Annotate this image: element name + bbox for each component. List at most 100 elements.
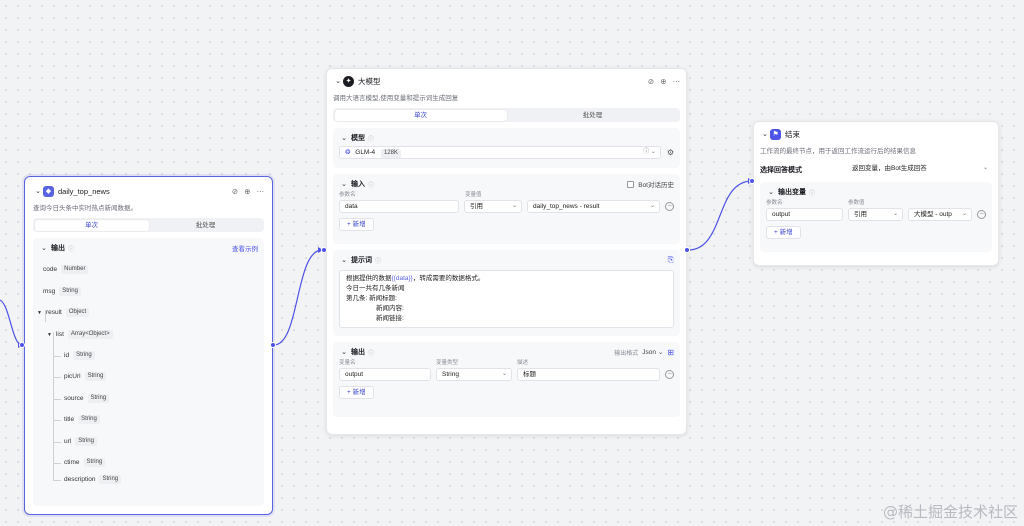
collapse-chevron-icon[interactable]: ⌄ [760, 130, 770, 138]
ref-value-select[interactable]: daily_top_news - result ⌄ [527, 200, 660, 213]
field-row: ctime String [64, 458, 106, 467]
edge-llm-to-end [687, 180, 753, 251]
add-input-button[interactable]: + 新增 [339, 218, 374, 231]
run-icon[interactable]: ⊕ [244, 187, 250, 196]
end-input-handle[interactable] [749, 178, 755, 184]
output-format-select[interactable]: Json ⌄ [642, 348, 663, 356]
field-row: ▼ result Object [37, 308, 90, 317]
field-row: msg String [43, 287, 81, 296]
debug-off-icon[interactable]: ⊘ [648, 77, 654, 86]
model-select[interactable]: ❂ GLM-4 128K ⓘ ⌄ [339, 146, 661, 159]
info-icon: ⓘ [368, 182, 375, 189]
model-settings-icon[interactable]: ⚙ [667, 148, 674, 157]
end-ref-value-select[interactable]: 大模型 - outp ⌄ [908, 208, 972, 221]
section-chevron-icon[interactable]: ⌄ [339, 348, 349, 356]
remove-end-var-icon[interactable]: − [977, 210, 986, 219]
remove-output-icon[interactable]: − [665, 370, 674, 379]
info-icon: ⓘ [375, 258, 382, 265]
bot-history-label: Bot对话历史 [638, 182, 674, 189]
answer-mode-select[interactable]: 返回变量，由Bot生成回答 ⌄ [847, 163, 992, 176]
tab-single[interactable]: 单次 [334, 109, 507, 121]
run-mode-tabs: 单次 批处理 [33, 218, 264, 232]
view-example-link[interactable]: 查看示例 [232, 243, 258, 253]
end-flag-icon: ⚑ [770, 128, 781, 140]
add-output-button[interactable]: + 新增 [339, 386, 374, 399]
section-chevron-icon[interactable]: ⌄ [339, 180, 349, 188]
end-var-name-input[interactable]: output [766, 208, 843, 221]
info-icon: ⓘ [368, 350, 375, 357]
more-icon[interactable]: ⋯ [257, 187, 265, 196]
node-title: daily_top_news [58, 186, 110, 196]
col-variable-value: 变量值 [465, 192, 482, 198]
col-var-type: 变量类型 [436, 360, 459, 366]
llm-output-section: ⌄ 输出 ⓘ 输出格式 Json ⌄ ⊞ 变量名 变量类型 描述 output … [333, 342, 680, 417]
node-title: 大模型 [358, 76, 381, 86]
watermark: @稀土掘金技术社区 [882, 503, 1018, 521]
expand-triangle-icon[interactable]: ▼ [37, 310, 42, 316]
section-chevron-icon[interactable]: ⌄ [339, 256, 349, 264]
output-var-type-select[interactable]: String ⌄ [436, 368, 512, 381]
llm-input-handle[interactable] [321, 247, 327, 253]
plugin-icon: ◆ [43, 185, 54, 197]
node-end[interactable]: ⌄ ⚑ 结束 工作流的最终节点，用于返回工作流运行后的结果信息 选择回答模式 返… [753, 121, 999, 266]
field-row: code Number [43, 265, 89, 274]
col-param-name: 参数名 [339, 192, 356, 198]
field-row: source String [64, 394, 110, 403]
more-icon[interactable]: ⋯ [673, 77, 681, 86]
expand-triangle-icon[interactable]: ▼ [47, 332, 52, 338]
edge-start-to-news [0, 299, 23, 346]
section-chevron-icon[interactable]: ⌄ [766, 188, 776, 196]
workflow-canvas[interactable]: ⌄ ◆ daily_top_news ⊘ ⊕ ⋯ 查询今日头条中实时热点新闻数据… [0, 0, 1024, 526]
input-section: ⌄ 输入 ⓘ Bot对话历史 参数名 变量值 data 引用 ⌄ daily_to… [333, 174, 680, 244]
end-output-section: ⌄ 输出变量 ⓘ 参数名 参数值 output 引用 ⌄ 大模型 - outp ⌄ … [760, 182, 992, 252]
node-title: 结束 [785, 129, 800, 139]
prompt-editor[interactable]: 根据提供的数据{{data}}，转成需要的数据格式。 今日一共有几条新闻 第几条… [339, 270, 674, 328]
output-var-desc-input[interactable]: 标题 [517, 368, 660, 381]
chevron-down-icon: ⌄ [982, 165, 988, 171]
prompt-section: ⌄ 提示词 ⓘ ⎘ 根据提供的数据{{data}}，转成需要的数据格式。 今日一… [333, 250, 680, 336]
ref-type-select[interactable]: 引用 ⌄ [464, 200, 522, 213]
collapse-chevron-icon[interactable]: ⌄ [33, 187, 43, 195]
run-mode-tabs: 单次 批处理 [333, 108, 680, 122]
node-description: 调用大语言模型,使用变量和提示词生成回复 [333, 95, 459, 102]
remove-param-icon[interactable]: − [665, 202, 674, 211]
node-header: ⌄ ⚑ 结束 [760, 127, 992, 141]
llm-icon: ✦ [343, 75, 354, 87]
param-name-input[interactable]: data [339, 200, 459, 213]
output-var-name-input[interactable]: output [339, 368, 431, 381]
node-description: 查询今日头条中实时热点新闻数据。 [33, 205, 137, 212]
bot-history-checkbox[interactable] [627, 180, 635, 188]
tab-batch[interactable]: 批处理 [507, 110, 679, 121]
section-chevron-icon[interactable]: ⌄ [339, 134, 349, 142]
end-ref-type-select[interactable]: 引用 ⌄ [848, 208, 903, 221]
prompt-library-icon[interactable]: ⎘ [668, 255, 674, 265]
chevron-down-icon: ⌄ [892, 211, 898, 217]
info-icon: ⓘ [809, 190, 816, 197]
col-var-name: 变量名 [339, 360, 356, 366]
node-daily-top-news[interactable]: ⌄ ◆ daily_top_news ⊘ ⊕ ⋯ 查询今日头条中实时热点新闻数据… [24, 176, 273, 515]
add-end-var-button[interactable]: + 新增 [766, 226, 801, 239]
chevron-down-icon: ⌄ [501, 371, 507, 377]
col-var-desc: 描述 [517, 360, 529, 366]
node-llm[interactable]: ⌄ ✦ 大模型 ⊘ ⊕ ⋯ 调用大语言模型,使用变量和提示词生成回复 单次 批处… [326, 68, 687, 435]
news-output-handle[interactable] [270, 342, 276, 348]
debug-off-icon[interactable]: ⊘ [232, 187, 238, 196]
section-title: 输出 [51, 245, 65, 252]
llm-output-handle[interactable] [684, 247, 690, 253]
section-chevron-icon[interactable]: ⌄ [39, 244, 49, 252]
field-row: ▼ list Array<Object> [47, 330, 113, 339]
section-title: 提示词 [351, 257, 372, 264]
section-title: 输入 [351, 181, 365, 188]
answer-mode-label: 选择回答模式 [760, 166, 802, 174]
collapse-chevron-icon[interactable]: ⌄ [333, 77, 343, 85]
info-icon: ⓘ [368, 136, 375, 143]
run-icon[interactable]: ⊕ [660, 77, 666, 86]
field-row: url String [64, 437, 97, 446]
tab-single[interactable]: 单次 [34, 219, 149, 231]
model-section: ⌄ 模型 ⓘ ❂ GLM-4 128K ⓘ ⌄ ⚙ [333, 128, 680, 168]
model-logo-icon: ❂ [345, 149, 351, 156]
chevron-down-icon: ⌄ [511, 203, 517, 209]
tab-batch[interactable]: 批处理 [149, 220, 263, 231]
add-output-icon[interactable]: ⊞ [667, 348, 674, 357]
news-input-handle[interactable] [19, 342, 25, 348]
